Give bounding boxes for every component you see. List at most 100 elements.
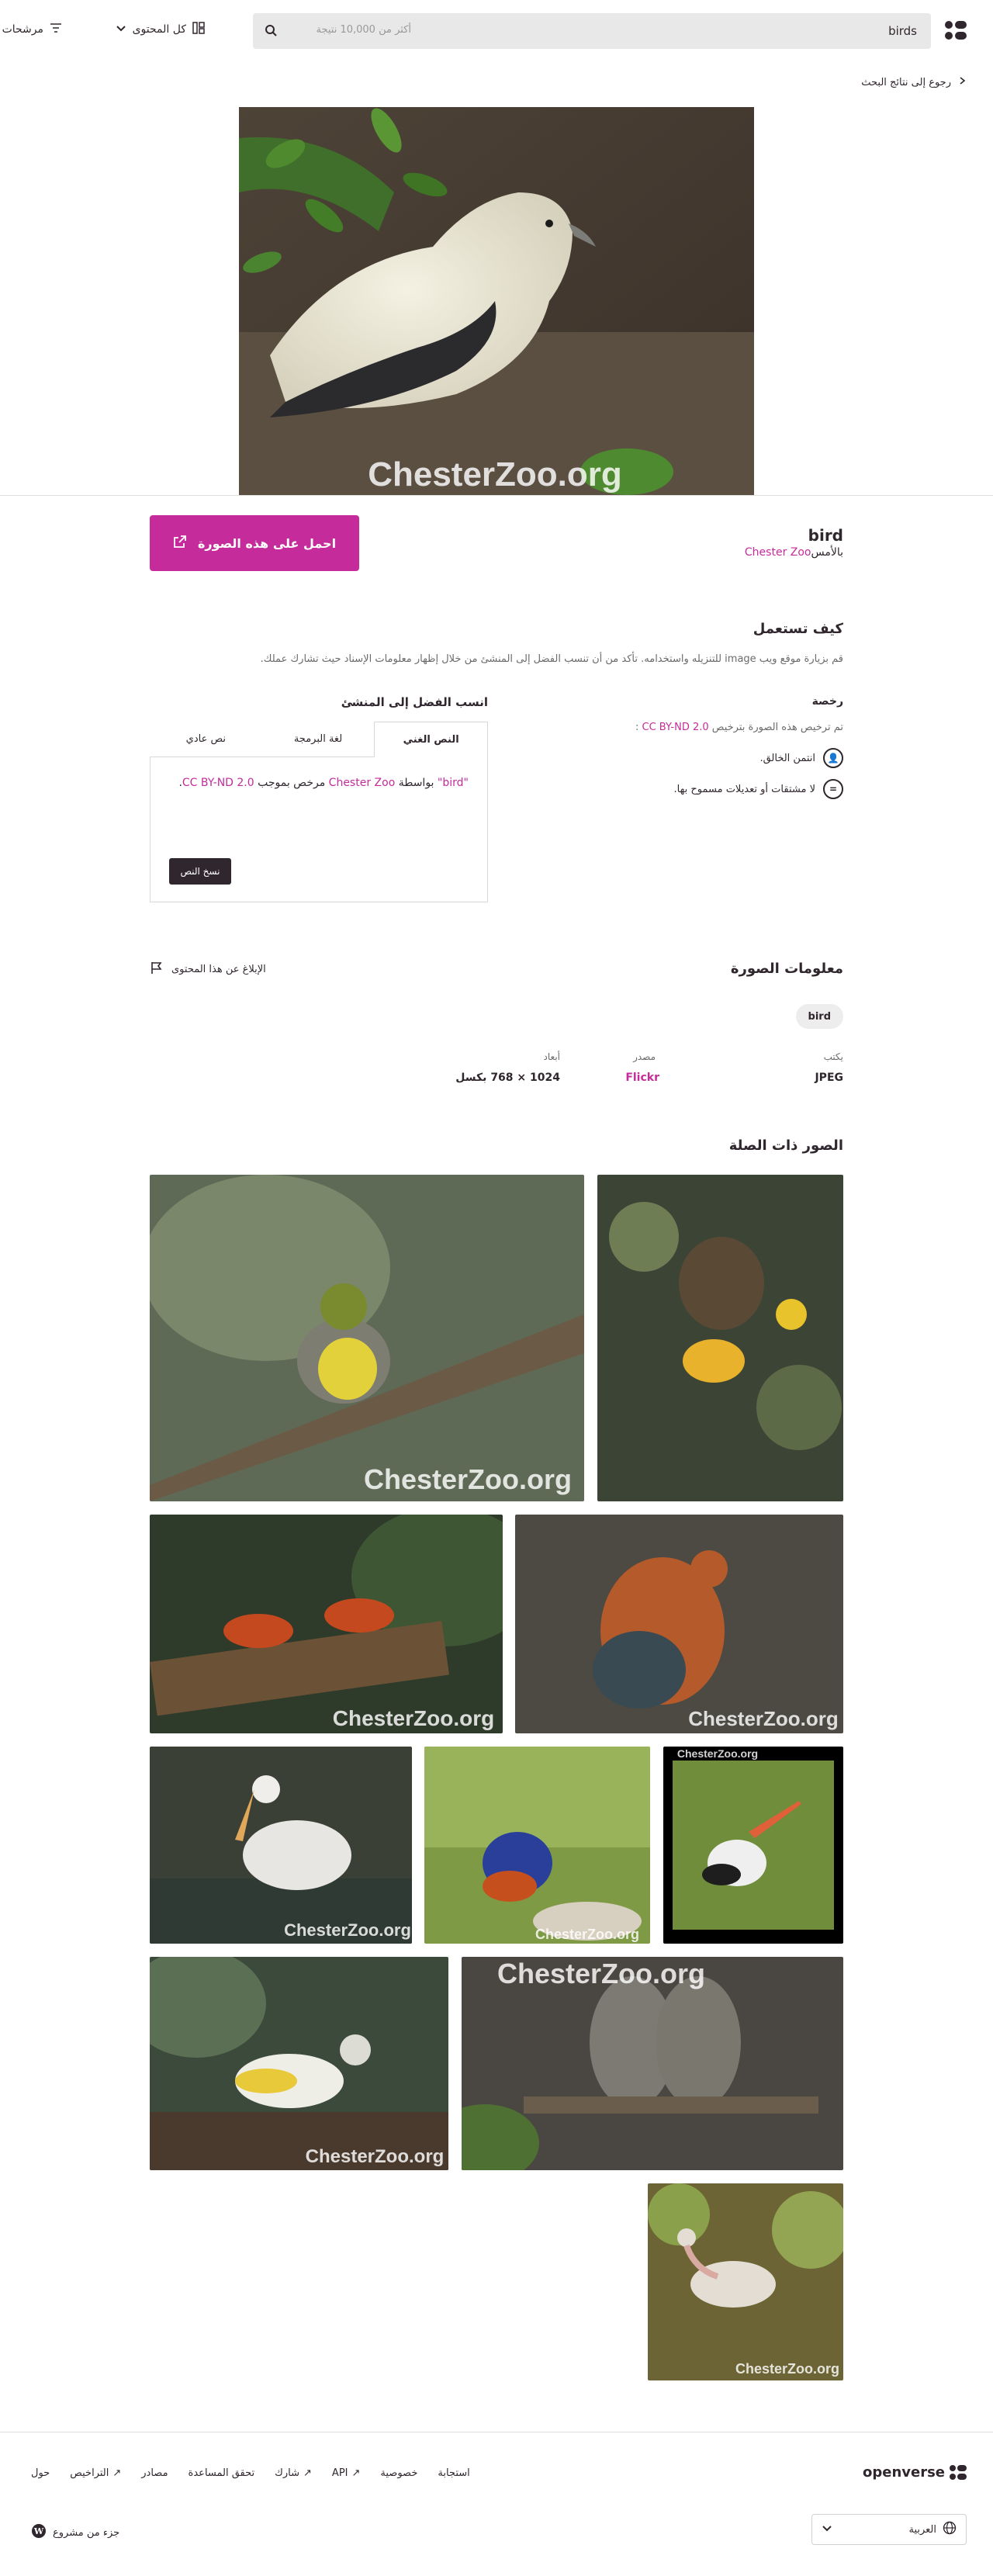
footer-link-sources[interactable]: مصادر bbox=[141, 2467, 168, 2479]
content-type-select[interactable]: كل المحتوى bbox=[116, 22, 205, 37]
meta-value-source[interactable]: Flickr bbox=[625, 1072, 659, 1084]
attribution-panel: "bird" بواسطة Chester Zoo مرخص بموجب CC … bbox=[150, 757, 488, 902]
attribution-license-link[interactable]: CC BY-ND 2.0 bbox=[182, 777, 254, 789]
attribution-heading: انسب الفضل إلى المنشئ bbox=[341, 695, 488, 709]
svg-text:ChesterZoo.org: ChesterZoo.org bbox=[688, 1707, 839, 1730]
meta-label-type: يكتب bbox=[823, 1051, 843, 1062]
footer-link-about[interactable]: حول bbox=[31, 2467, 50, 2479]
flag-icon bbox=[150, 961, 164, 978]
language-select[interactable]: العربية bbox=[811, 2514, 967, 2545]
tab-rich-text[interactable]: النص الغني bbox=[374, 722, 488, 757]
attribution-creator-link[interactable]: Chester Zoo bbox=[329, 777, 396, 789]
back-label: رجوع إلى نتائج البحث bbox=[861, 76, 951, 88]
wordpress-icon: W bbox=[31, 2523, 47, 2542]
footer-link-share[interactable]: ↗ شارك bbox=[275, 2467, 312, 2479]
svg-text:ChesterZoo.org: ChesterZoo.org bbox=[284, 1920, 411, 1940]
license-heading: رخصة bbox=[811, 695, 843, 708]
svg-text:ChesterZoo.org: ChesterZoo.org bbox=[735, 2361, 839, 2377]
chevron-right-icon bbox=[957, 76, 967, 88]
language-label: العربية bbox=[908, 2523, 936, 2536]
openverse-logo-icon bbox=[950, 2464, 967, 2481]
meta-label-source: مصدر bbox=[633, 1051, 656, 1062]
footer-link-privacy[interactable]: خصوصية bbox=[380, 2467, 417, 2479]
related-image[interactable]: ChesterZoo.org bbox=[462, 1957, 843, 2170]
footer-link-licenses[interactable]: ↗ التراخيص bbox=[70, 2467, 121, 2479]
external-link-icon: ↗ bbox=[351, 2467, 361, 2479]
footer-logo[interactable]: openverse bbox=[863, 2464, 967, 2481]
related-image[interactable]: ChesterZoo.org bbox=[515, 1515, 843, 1733]
related-image[interactable]: ChesterZoo.org bbox=[150, 1515, 503, 1733]
divider bbox=[0, 495, 993, 496]
license-prefix: تم ترخيص هذه الصورة بترخيص bbox=[711, 722, 843, 733]
related-image[interactable]: ChesterZoo.org bbox=[150, 1175, 584, 1501]
image-byline: بالأمسChester Zoo bbox=[745, 546, 843, 559]
svg-text:ChesterZoo.org: ChesterZoo.org bbox=[333, 1706, 494, 1730]
tab-plain-text[interactable]: نص عادي bbox=[149, 722, 262, 757]
license-item-text: انتمن الخالق. bbox=[759, 752, 815, 764]
svg-text:ChesterZoo.org: ChesterZoo.org bbox=[306, 2146, 445, 2167]
watermark-text: ChesterZoo.org bbox=[368, 455, 622, 493]
openverse-logo-icon[interactable] bbox=[945, 21, 967, 41]
search-input[interactable]: birds bbox=[888, 24, 917, 38]
tag-chip[interactable]: bird bbox=[795, 1004, 843, 1029]
related-image[interactable]: ChesterZoo.org bbox=[663, 1747, 843, 1944]
footer-nav: حول ↗ التراخيص مصادر تحقق المساعدة ↗ شارك … bbox=[31, 2467, 470, 2479]
svg-text:ChesterZoo.org: ChesterZoo.org bbox=[364, 1463, 572, 1495]
reuse-heading: كيف تستعمل bbox=[753, 621, 843, 637]
related-image[interactable]: ChesterZoo.org bbox=[424, 1747, 650, 1944]
related-images-heading: الصور ذات الصلة bbox=[728, 1137, 843, 1154]
creator-link[interactable]: Chester Zoo bbox=[745, 546, 811, 559]
related-image[interactable]: ChesterZoo.org bbox=[150, 1957, 448, 2170]
get-image-button[interactable]: احمل على هذه الصورة bbox=[150, 515, 359, 571]
filter-icon bbox=[50, 22, 62, 37]
license-item-by: 👤 انتمن الخالق. bbox=[759, 748, 843, 768]
external-link-icon: ↗ bbox=[112, 2467, 122, 2479]
svg-text:ChesterZoo.org: ChesterZoo.org bbox=[535, 1927, 639, 1942]
license-suffix: : bbox=[635, 722, 639, 733]
svg-text:ChesterZoo.org: ChesterZoo.org bbox=[497, 1958, 705, 1989]
search-bar[interactable]: birds أكثر من 10,000 نتيجة bbox=[253, 13, 931, 49]
copy-text-button[interactable]: نسخ النص bbox=[169, 858, 231, 885]
footer-logo-text: openverse bbox=[862, 2464, 945, 2481]
license-line: تم ترخيص هذه الصورة بترخيص CC BY-ND 2.0 … bbox=[635, 722, 843, 733]
byline-prefix: بالأمس bbox=[811, 546, 844, 559]
svg-text:ChesterZoo.org: ChesterZoo.org bbox=[677, 1747, 758, 1760]
search-icon[interactable] bbox=[264, 23, 279, 39]
filters-label: مرشحات bbox=[2, 23, 43, 36]
wordpress-link[interactable]: جزء من مشروع W bbox=[31, 2523, 119, 2542]
meta-value-dimensions: 1024 × 768 بكسل bbox=[455, 1072, 560, 1084]
main-image[interactable]: ChesterZoo.org bbox=[239, 107, 754, 495]
search-result-count: أكثر من 10,000 نتيجة bbox=[316, 24, 412, 36]
related-image[interactable]: ChesterZoo.org bbox=[150, 1747, 412, 1944]
content-type-icon bbox=[192, 22, 205, 37]
footer-link-api[interactable]: ↗ API bbox=[332, 2467, 360, 2479]
license-item-nd: = لا مشتقات أو تعديلات مسموح بها. bbox=[674, 779, 843, 799]
attribution-license-prefix: مرخص بموجب bbox=[254, 777, 329, 789]
image-info-heading: معلومات الصورة bbox=[730, 961, 843, 977]
footer-link-help[interactable]: تحقق المساعدة bbox=[189, 2467, 255, 2479]
license-item-text: لا مشتقات أو تعديلات مسموح بها. bbox=[673, 783, 815, 795]
external-link-icon: ↗ bbox=[303, 2467, 312, 2479]
use-button-label: احمل على هذه الصورة bbox=[197, 535, 337, 551]
report-label: الإبلاغ عن هذا المحتوى bbox=[171, 963, 266, 975]
chevron-down-icon bbox=[822, 2522, 832, 2536]
external-link-icon bbox=[173, 535, 187, 552]
wordpress-label: جزء من مشروع bbox=[53, 2526, 120, 2539]
attribution-tabs: النص الغني لغة البرمجة نص عادي bbox=[149, 722, 488, 757]
related-image[interactable] bbox=[597, 1175, 843, 1501]
chevron-down-icon bbox=[116, 23, 126, 36]
tab-html[interactable]: لغة البرمجة bbox=[261, 722, 375, 757]
attribution-title-link[interactable]: "bird" bbox=[438, 777, 469, 789]
report-content-link[interactable]: الإبلاغ عن هذا المحتوى bbox=[150, 961, 266, 978]
filters-button[interactable]: مرشحات bbox=[2, 22, 62, 37]
meta-value-type: JPEG bbox=[815, 1072, 843, 1084]
back-to-results-link[interactable]: رجوع إلى نتائج البحث bbox=[861, 76, 967, 88]
license-link[interactable]: CC BY-ND 2.0 bbox=[642, 722, 709, 733]
related-image[interactable]: ChesterZoo.org bbox=[648, 2183, 843, 2380]
attribution-text: "bird" بواسطة Chester Zoo مرخص بموجب CC … bbox=[178, 777, 469, 789]
meta-label-dimensions: أبعاد bbox=[543, 1051, 560, 1062]
content-type-label: كل المحتوى bbox=[132, 23, 186, 36]
nd-icon: = bbox=[823, 779, 843, 799]
footer-link-feedback[interactable]: استجابة bbox=[438, 2467, 469, 2479]
attribution-by: بواسطة bbox=[395, 777, 438, 789]
